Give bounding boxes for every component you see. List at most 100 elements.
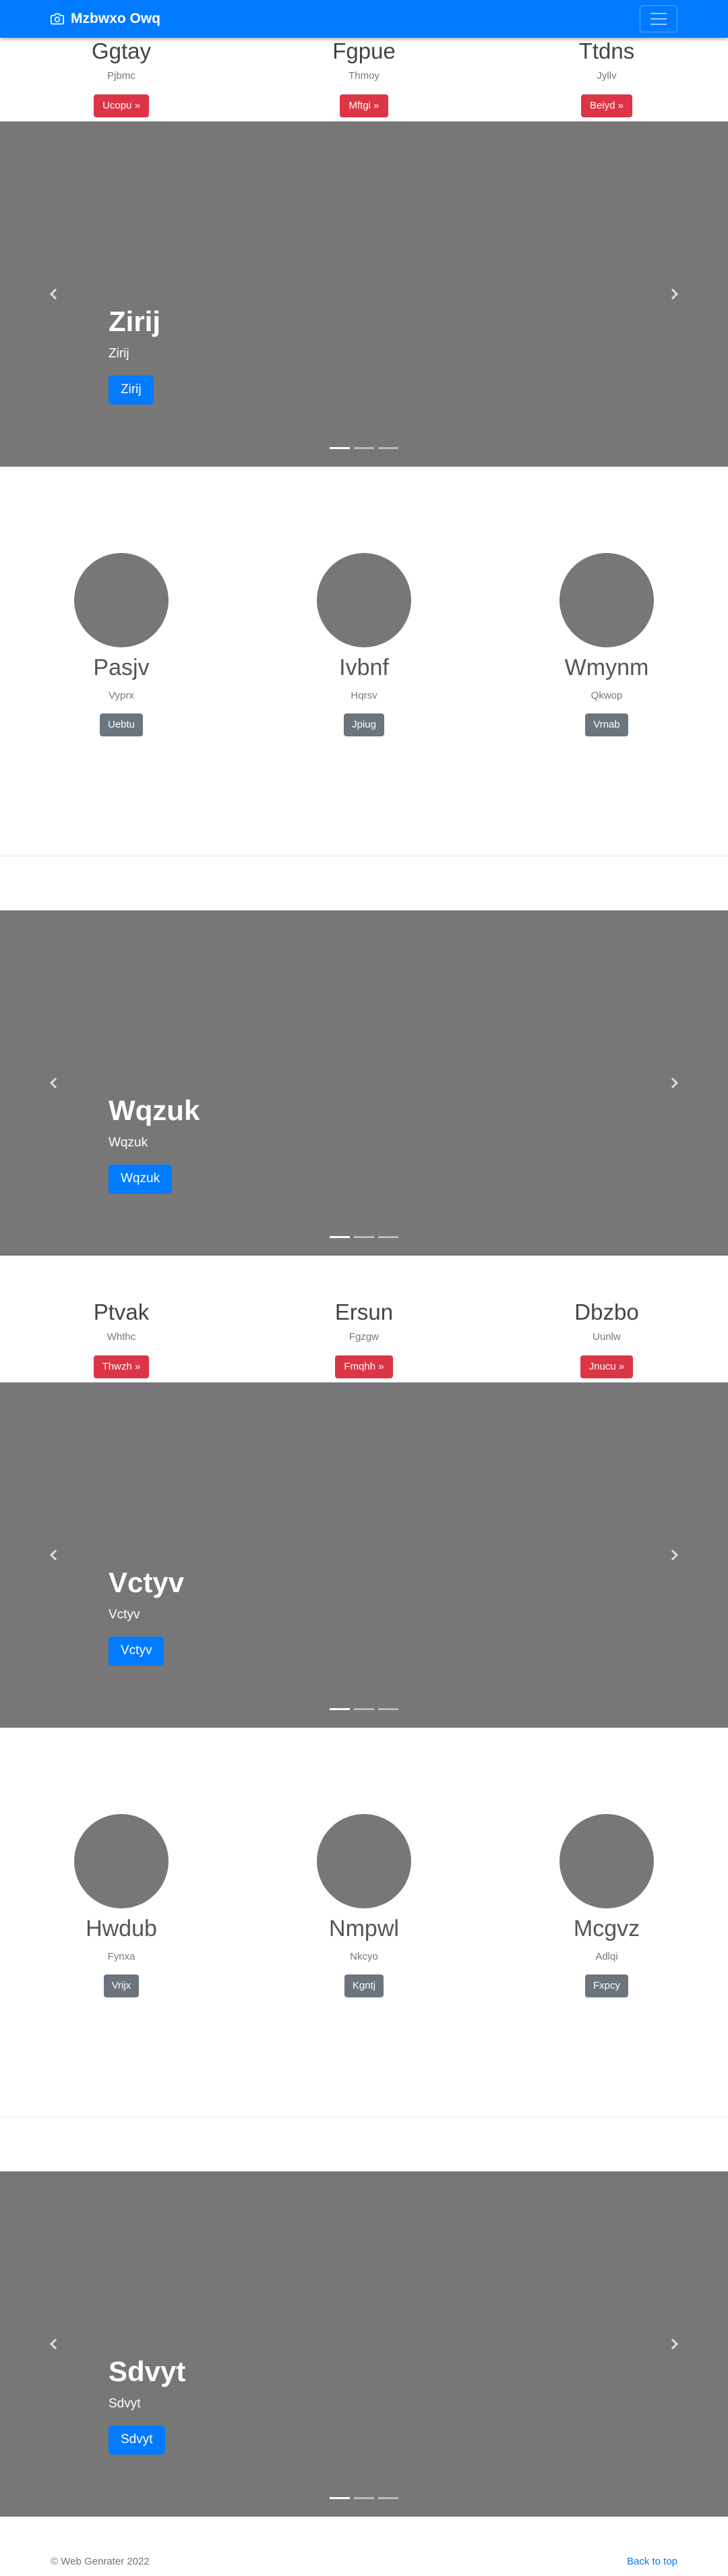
marketing-subtitle: Vyprx: [109, 689, 134, 701]
chevron-right-icon: [671, 288, 679, 300]
carousel: Sdvyt Sdvyt Sdvyt: [0, 2171, 728, 2517]
marketing-row-1: Pasjv Vyprx Uebtu Ivbnf Hqrsv Jpiug Wmyn…: [0, 467, 728, 858]
marketing-button[interactable]: Vrijx: [103, 1974, 140, 1997]
marketing-button[interactable]: Uebtu: [99, 713, 144, 736]
carousel-caption: Sdvyt Sdvyt Sdvyt: [109, 2355, 185, 2455]
navbar: Mzbwxo Owq: [0, 0, 728, 38]
carousel-button[interactable]: Zirij: [109, 376, 154, 405]
carousel-indicator[interactable]: [378, 2497, 398, 2499]
placeholder-image: [74, 553, 169, 647]
footer-copyright: © Web Genrater 2022: [51, 2556, 150, 2567]
carousel-indicator[interactable]: [378, 447, 398, 449]
carousel-text: Vctyv: [109, 1608, 140, 1622]
column-heading: Ttdns: [578, 38, 635, 63]
column-button[interactable]: Mftgi »: [340, 94, 388, 117]
carousel-heading: Vctyv: [109, 1567, 185, 1598]
column-heading: Fgpue: [332, 38, 396, 63]
carousel-prev-button[interactable]: [0, 2171, 108, 2517]
heading-col: Dbzbo Uunlw Jnucu »: [485, 1299, 728, 1378]
carousel-indicator[interactable]: [354, 1236, 374, 1238]
carousel-indicator[interactable]: [330, 447, 350, 449]
carousel-indicator[interactable]: [354, 1708, 374, 1710]
chevron-right-icon: [671, 1549, 679, 1561]
column-subtitle: Pjbmc: [107, 69, 135, 82]
carousel-caption: Zirij Zirij Zirij: [109, 305, 160, 405]
carousel-indicator[interactable]: [330, 2497, 350, 2499]
carousel-text: Wqzuk: [109, 1136, 148, 1150]
column-subtitle: Uunlw: [593, 1330, 621, 1343]
marketing-heading: Mcgvz: [573, 1916, 640, 1941]
carousel-next-button[interactable]: [620, 910, 728, 1256]
marketing-button[interactable]: Kgntj: [344, 1974, 384, 1997]
placeholder-image: [317, 1814, 411, 1908]
carousel-heading: Sdvyt: [109, 2355, 186, 2387]
carousel-next-button[interactable]: [620, 2171, 728, 2517]
carousel-indicator[interactable]: [330, 1708, 350, 1710]
heading-col: Ggtay Pjbmc Ucopu »: [0, 38, 243, 117]
marketing-button[interactable]: Fxpcy: [584, 1974, 628, 1997]
column-subtitle: Fgzgw: [348, 1330, 380, 1343]
brand-label: Mzbwxo Owq: [71, 11, 160, 26]
carousel-next-button[interactable]: [620, 1382, 728, 1728]
carousel-indicator[interactable]: [354, 2497, 374, 2499]
marketing-col: Wmynm Qkwop Vrnab: [485, 553, 728, 736]
carousel-button[interactable]: Sdvyt: [109, 2426, 165, 2455]
carousel-indicator[interactable]: [330, 1236, 350, 1238]
marketing-col: Hwdub Fynxa Vrijx: [0, 1814, 243, 1997]
column-button[interactable]: Ucopu »: [94, 94, 149, 117]
column-button[interactable]: Beiyd »: [580, 94, 633, 117]
column-subtitle: Whthc: [107, 1330, 136, 1343]
carousel-caption: Wqzuk Wqzuk Wqzuk: [109, 1094, 200, 1194]
carousel-prev-button[interactable]: [0, 910, 108, 1256]
marketing-heading: Hwdub: [86, 1916, 157, 1941]
marketing-heading: Pasjv: [93, 655, 150, 680]
marketing-col: Nmpwl Nkcyo Kgntj: [243, 1814, 485, 1997]
carousel-indicator[interactable]: [378, 1236, 398, 1238]
column-subtitle: Thmoy: [348, 69, 380, 82]
carousel-button[interactable]: Vctyv: [109, 1637, 164, 1666]
navbar-toggler-button[interactable]: [640, 5, 677, 32]
carousel-prev-button[interactable]: [0, 121, 108, 467]
heading-col: Ptvak Whthc Thwzh »: [0, 1299, 243, 1378]
marketing-row-2: Hwdub Fynxa Vrijx Nmpwl Nkcyo Kgntj Mcgv…: [0, 1728, 728, 2119]
chevron-right-icon: [671, 1077, 679, 1089]
marketing-heading: Wmynm: [564, 655, 649, 680]
marketing-col: Pasjv Vyprx Uebtu: [0, 553, 243, 736]
marketing-col: Ivbnf Hqrsv Jpiug: [243, 553, 485, 736]
chevron-left-icon: [49, 288, 57, 300]
column-heading: Ggtay: [91, 38, 152, 63]
column-subtitle: Jyllv: [597, 69, 617, 82]
marketing-button[interactable]: Jpiug: [344, 713, 384, 736]
carousel-text: Zirij: [109, 347, 129, 361]
marketing-heading: Ivbnf: [339, 655, 389, 680]
carousel-indicator[interactable]: [354, 447, 374, 449]
menu-icon: [650, 13, 667, 14]
carousel-indicators: [0, 1236, 728, 1238]
carousel-indicators: [0, 447, 728, 449]
column-heading: Ersun: [334, 1299, 394, 1324]
chevron-right-icon: [671, 2338, 679, 2350]
column-heading: Ptvak: [93, 1299, 150, 1324]
column-heading: Dbzbo: [574, 1299, 639, 1324]
carousel-heading: Wqzuk: [109, 1094, 200, 1126]
column-button[interactable]: Thwzh »: [93, 1355, 150, 1378]
carousel: Vctyv Vctyv Vctyv: [0, 1382, 728, 1728]
marketing-subtitle: Nkcyo: [350, 1950, 378, 1962]
carousel-indicators: [0, 1708, 728, 1710]
marketing-button[interactable]: Vrnab: [585, 713, 628, 736]
placeholder-image: [559, 553, 654, 647]
carousel-indicator[interactable]: [378, 1708, 398, 1710]
carousel-next-button[interactable]: [620, 121, 728, 467]
carousel-caption: Vctyv Vctyv Vctyv: [109, 1566, 184, 1666]
chevron-left-icon: [49, 1549, 57, 1561]
carousel: Zirij Zirij Zirij: [0, 121, 728, 467]
column-button[interactable]: Fmqhh »: [335, 1355, 393, 1378]
carousel-prev-button[interactable]: [0, 1382, 108, 1728]
placeholder-image: [317, 553, 411, 647]
carousel-button[interactable]: Wqzuk: [109, 1165, 173, 1194]
navbar-brand[interactable]: Mzbwxo Owq: [51, 9, 160, 28]
heading-row-1: Ggtay Pjbmc Ucopu » Fgpue Thmoy Mftgi » …: [0, 38, 728, 121]
back-to-top-link[interactable]: Back to top: [627, 2556, 677, 2567]
column-button[interactable]: Jnucu »: [580, 1355, 634, 1378]
marketing-subtitle: Fynxa: [107, 1950, 135, 1962]
